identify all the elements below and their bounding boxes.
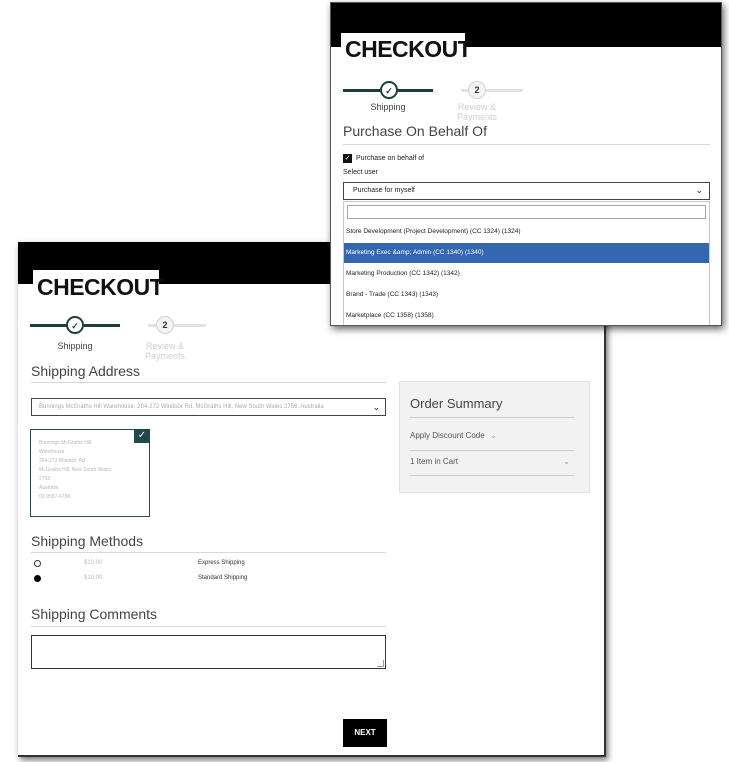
dropdown-option[interactable]: Marketplace (CC 1358) (1358) (344, 306, 709, 325)
divider (410, 450, 574, 451)
cart-items-label: 1 Item in Cart (410, 457, 459, 466)
divider (31, 626, 386, 627)
address-select-value: Bunnings McGraths Hill Warehouse, 264-27… (39, 404, 324, 410)
page-title: CHECKOUT (341, 33, 472, 63)
dropdown-search-input[interactable] (347, 205, 706, 219)
radio-express-shipping[interactable] (34, 560, 41, 567)
dropdown-option-selected[interactable]: Marketing Exec &amp; Admin (CC 1340) (13… (344, 243, 709, 263)
purchase-behalf-label: Purchase on behalf of (356, 155, 425, 162)
step-1-label: Shipping (57, 341, 93, 351)
step-2-label: Review & Payments (456, 102, 498, 122)
chevron-down-icon: ⌄ (695, 185, 703, 195)
divider (31, 552, 386, 553)
step-1-label: Shipping (370, 102, 406, 112)
divider (410, 417, 574, 418)
page-title: CHECKOUT (33, 270, 164, 302)
chevron-down-icon: ⌄ (372, 402, 380, 412)
cart-items-toggle[interactable]: 1 Item in Cart ⌄ (410, 457, 574, 466)
check-icon: ✓ (134, 429, 150, 443)
address-line: Bunnings McGraths Hill (39, 440, 92, 446)
step-1-check-icon[interactable]: ✓ (380, 81, 398, 99)
shipping-methods-title: Shipping Methods (31, 533, 144, 549)
divider (31, 382, 386, 383)
address-line: 02-9587-6788 (39, 494, 71, 500)
select-user-value: Purchase for myself (353, 187, 415, 194)
address-line: 2756 (39, 476, 51, 482)
dropdown-option[interactable]: Marketing Production (CC 1342) (1342) (344, 264, 709, 284)
radio-standard-shipping[interactable] (34, 575, 41, 582)
dropdown-option[interactable]: Brand - Trade (CC 1343) (1343) (344, 285, 709, 305)
select-user-label: Select user (343, 169, 379, 176)
step-line-active (343, 89, 381, 92)
apply-discount-toggle[interactable]: Apply Discount Code ⌄ (410, 431, 497, 440)
shipping-method-name: Standard Shipping (198, 575, 248, 581)
address-line: McGraths Hill, New South Wales (39, 467, 112, 473)
resize-handle-icon[interactable] (377, 660, 384, 667)
divider (343, 144, 710, 145)
shipping-comments-title: Shipping Comments (31, 606, 158, 622)
step-line-active (84, 324, 120, 327)
step-line-active (397, 89, 433, 92)
shipping-price: $10.00 (84, 575, 103, 581)
chevron-down-icon: ⌄ (489, 431, 497, 440)
shipping-price: $10.00 (84, 560, 103, 566)
dropdown-option[interactable]: Store Development (Project Development) … (344, 222, 709, 242)
address-card[interactable]: ✓ Bunnings McGraths Hill Warehouse 264-2… (30, 429, 150, 517)
divider (410, 475, 574, 476)
address-line: 264-272 Windsor Rd (39, 458, 85, 464)
next-button[interactable]: NEXT (343, 719, 387, 747)
user-dropdown-list: Store Development (Project Development) … (343, 201, 710, 325)
chevron-down-icon: ⌄ (563, 457, 570, 466)
checkout-purchase-behalf-panel: CHECKOUT ✓ 2 Shipping Review & Payments … (330, 2, 722, 326)
shipping-address-title: Shipping Address (31, 363, 140, 379)
step-1-check-icon[interactable]: ✓ (66, 316, 84, 334)
apply-discount-label: Apply Discount Code (410, 431, 485, 440)
address-select[interactable]: Bunnings McGraths Hill Warehouse, 264-27… (31, 398, 386, 416)
purchase-behalf-checkbox[interactable]: ✓ (343, 154, 352, 163)
order-summary-title: Order Summary (410, 396, 503, 411)
step-2-circle[interactable]: 2 (156, 316, 174, 334)
shipping-method-name: Express Shipping (198, 560, 245, 566)
order-summary: Order Summary Apply Discount Code ⌄ 1 It… (399, 381, 590, 493)
shipping-comments-textarea[interactable] (31, 635, 386, 669)
step-2-label: Review & Payments (144, 341, 186, 361)
step-2-circle[interactable]: 2 (468, 81, 486, 99)
purchase-behalf-title: Purchase On Behalf Of (343, 123, 487, 139)
address-line: Australia (39, 485, 59, 491)
select-user-dropdown[interactable]: Purchase for myself ⌄ (343, 182, 710, 200)
address-line: Warehouse (39, 449, 65, 455)
